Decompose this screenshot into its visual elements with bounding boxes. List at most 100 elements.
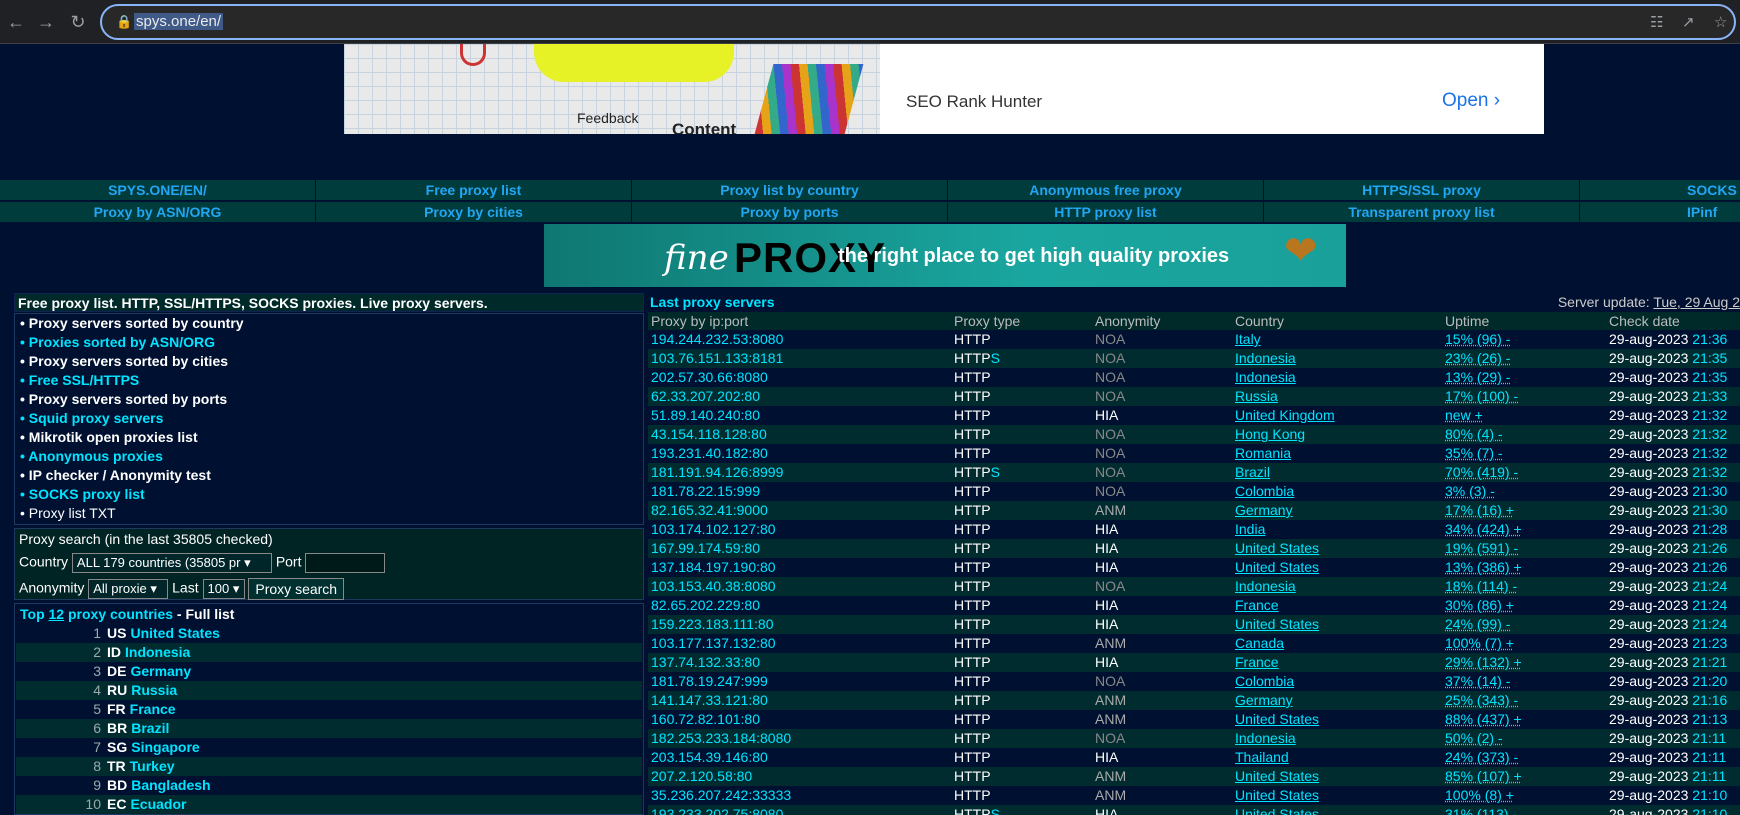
country-link[interactable]: Colombia: [1235, 483, 1294, 499]
nav-link[interactable]: • Squid proxy servers: [15, 409, 643, 428]
proxy-ip-port[interactable]: 194.244.232.53:8080: [648, 330, 951, 349]
proxy-ip-port[interactable]: 43.154.118.128:80: [648, 425, 951, 444]
country-row[interactable]: 2 ID Indonesia: [16, 643, 642, 662]
menu-item[interactable]: Transparent proxy list: [1264, 202, 1579, 222]
proxy-ip-port[interactable]: 193.233.202.75:8080: [648, 805, 951, 815]
nav-link[interactable]: • Free SSL/HTTPS: [15, 371, 643, 390]
country-link[interactable]: Brazil: [1235, 464, 1270, 480]
proxy-ip-port[interactable]: 181.78.22.15:999: [648, 482, 951, 501]
column-header[interactable]: Country: [1232, 312, 1442, 330]
country-link[interactable]: Indonesia: [1235, 730, 1296, 746]
last-select[interactable]: 100 ▾: [202, 579, 245, 599]
uptime-link[interactable]: 80% (4) -: [1445, 426, 1503, 442]
uptime-link[interactable]: 24% (373) -: [1445, 749, 1518, 765]
port-input[interactable]: [305, 553, 386, 573]
uptime-link[interactable]: 34% (424) +: [1445, 521, 1522, 537]
uptime-link[interactable]: 85% (107) +: [1445, 768, 1522, 784]
country-link[interactable]: Germany: [130, 662, 191, 681]
ad-open-button[interactable]: Open ›: [1442, 90, 1500, 112]
country-row[interactable]: 4 RU Russia: [16, 681, 642, 700]
ad-text-panel[interactable]: SEO Rank Hunter Open ›: [880, 44, 1544, 134]
uptime-link[interactable]: 29% (132) +: [1445, 654, 1522, 670]
menu-item[interactable]: IPinf: [1580, 202, 1740, 222]
proxy-ip-port[interactable]: 207.2.120.58:80: [648, 767, 951, 786]
country-link[interactable]: Thailand: [1235, 749, 1289, 765]
country-link[interactable]: United States: [1235, 768, 1319, 784]
menu-item[interactable]: Anonymous free proxy: [948, 180, 1263, 200]
country-link[interactable]: France: [1235, 654, 1279, 670]
proxy-ip-port[interactable]: 137.74.132.33:80: [648, 653, 951, 672]
country-row[interactable]: 10 EC Ecuador: [16, 795, 642, 814]
nav-link[interactable]: • Proxy list TXT: [15, 504, 643, 523]
proxy-ip-port[interactable]: 167.99.174.59:80: [648, 539, 951, 558]
country-link[interactable]: Russia: [131, 681, 177, 700]
country-link[interactable]: United States: [1235, 540, 1319, 556]
country-link[interactable]: Bangladesh: [131, 776, 210, 795]
menu-item[interactable]: HTTPS/SSL proxy: [1264, 180, 1579, 200]
country-link[interactable]: Turkey: [130, 757, 175, 776]
uptime-link[interactable]: 50% (2) -: [1445, 730, 1503, 746]
menu-item[interactable]: SOCKS pr: [1580, 180, 1740, 200]
country-link[interactable]: Hong Kong: [1235, 426, 1305, 442]
country-link[interactable]: France: [1235, 597, 1279, 613]
country-link[interactable]: Indonesia: [1235, 350, 1296, 366]
country-link[interactable]: Indonesia: [1235, 578, 1296, 594]
menu-item[interactable]: Proxy list by country: [632, 180, 947, 200]
full-list-link[interactable]: Full list: [185, 606, 234, 622]
country-link[interactable]: United States: [1235, 616, 1319, 632]
proxy-ip-port[interactable]: 193.231.40.182:80: [648, 444, 951, 463]
country-link[interactable]: United States: [1235, 787, 1319, 803]
country-row[interactable]: 6 BR Brazil: [16, 719, 642, 738]
uptime-link[interactable]: new +: [1445, 407, 1483, 423]
proxy-ip-port[interactable]: 82.165.32.41:9000: [648, 501, 951, 520]
uptime-link[interactable]: 15% (96) -: [1445, 331, 1510, 347]
proxy-ip-port[interactable]: 103.76.151.133:8181: [648, 349, 951, 368]
proxy-ip-port[interactable]: 160.72.82.101:80: [648, 710, 951, 729]
country-row[interactable]: 9 BD Bangladesh: [16, 776, 642, 795]
country-select[interactable]: ALL 179 countries (35805 pr ▾: [71, 553, 272, 573]
anonymity-select[interactable]: All proxie ▾: [88, 579, 169, 599]
uptime-link[interactable]: 13% (29) -: [1445, 369, 1510, 385]
country-link[interactable]: Romania: [1235, 445, 1291, 461]
country-row[interactable]: 3 DE Germany: [16, 662, 642, 681]
forward-icon[interactable]: →: [32, 8, 60, 36]
seo-ad-banner[interactable]: Feedback Content SEO Rank Hunter Open ›: [344, 44, 1544, 134]
menu-item[interactable]: Proxy by ports: [632, 202, 947, 222]
proxy-ip-port[interactable]: 103.174.102.127:80: [648, 520, 951, 539]
proxy-ip-port[interactable]: 35.236.207.242:33333: [648, 786, 951, 805]
country-link[interactable]: Germany: [1235, 502, 1293, 518]
country-link[interactable]: Brazil: [131, 719, 169, 738]
column-header[interactable]: Check date: [1606, 312, 1740, 330]
proxy-ip-port[interactable]: 82.65.202.229:80: [648, 596, 951, 615]
uptime-link[interactable]: 3% (3) -: [1445, 483, 1495, 499]
country-link[interactable]: Ecuador: [130, 795, 186, 814]
proxy-ip-port[interactable]: 203.154.39.146:80: [648, 748, 951, 767]
country-link[interactable]: India: [1235, 521, 1265, 537]
nav-link[interactable]: • Proxy servers sorted by country: [15, 314, 643, 333]
address-bar[interactable]: 🔒 spys.one/en/ ☷ ↗ ☆: [100, 4, 1736, 40]
uptime-link[interactable]: 30% (86) +: [1445, 597, 1514, 613]
uptime-link[interactable]: 88% (437) +: [1445, 711, 1522, 727]
menu-item[interactable]: HTTP proxy list: [948, 202, 1263, 222]
uptime-link[interactable]: 18% (114) -: [1445, 578, 1517, 594]
proxy-ip-port[interactable]: 103.177.137.132:80: [648, 634, 951, 653]
back-icon[interactable]: ←: [2, 8, 30, 36]
uptime-link[interactable]: 24% (99) -: [1445, 616, 1510, 632]
nav-link[interactable]: • Anonymous proxies: [15, 447, 643, 466]
translate-icon[interactable]: ☷: [1650, 13, 1663, 31]
url-text[interactable]: spys.one/en/: [134, 13, 224, 30]
country-link[interactable]: United Kingdom: [1235, 407, 1335, 423]
country-link[interactable]: United States: [1235, 559, 1319, 575]
uptime-link[interactable]: 17% (100) -: [1445, 388, 1518, 404]
country-link[interactable]: Canada: [1235, 635, 1284, 651]
menu-item[interactable]: Proxy by cities: [316, 202, 631, 222]
country-row[interactable]: 8 TR Turkey: [16, 757, 642, 776]
nav-link[interactable]: • IP checker / Anonymity test: [15, 466, 643, 485]
proxy-ip-port[interactable]: 141.147.33.121:80: [648, 691, 951, 710]
uptime-link[interactable]: 19% (591) -: [1445, 540, 1518, 556]
proxy-ip-port[interactable]: 103.153.40.38:8080: [648, 577, 951, 596]
uptime-link[interactable]: 100% (7) +: [1445, 635, 1514, 651]
nav-link[interactable]: • Proxy servers sorted by cities: [15, 352, 643, 371]
column-header[interactable]: Proxy by ip:port: [648, 312, 951, 330]
column-header[interactable]: Uptime: [1442, 312, 1606, 330]
